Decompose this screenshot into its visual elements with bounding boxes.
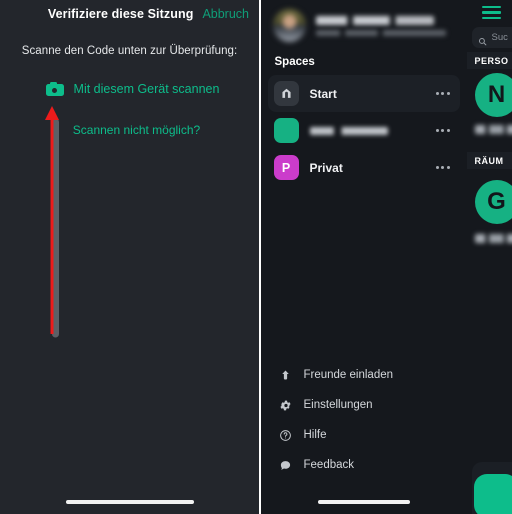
space-avatar-letter: P [273, 155, 299, 180]
compose-icon[interactable] [474, 474, 512, 514]
search-placeholder: Suc [491, 32, 508, 43]
gear-icon [279, 399, 292, 412]
space-avatar-image [273, 118, 299, 143]
user-display-name [315, 15, 434, 25]
room-list-panel: Suc PERSO N RÄUM G [466, 0, 512, 514]
search-input[interactable]: Suc [471, 27, 512, 48]
home-indicator [65, 500, 194, 504]
verification-header: Verifiziere diese Sitzung Abbruch [0, 0, 259, 28]
search-icon [478, 33, 487, 46]
hamburger-menu-icon[interactable] [481, 6, 501, 19]
page-title: Verifiziere diese Sitzung [47, 7, 194, 21]
list-item-room-name [474, 234, 512, 243]
drawer-bottom-menu: Freunde einladen Einstellungen Hilfe Fee… [261, 360, 467, 480]
user-profile-meta [315, 15, 455, 36]
scan-with-device-button[interactable]: Mit diesem Gerät scannen [0, 82, 259, 96]
menu-item-feedback[interactable]: Feedback [261, 450, 467, 480]
sidebar-item-label: Privat [309, 160, 343, 175]
sidebar-item-privat[interactable]: P Privat [268, 149, 460, 186]
spaces-drawer: Spaces Start P Privat Freunde einladen E… [260, 0, 467, 514]
section-header-people: PERSO [466, 52, 512, 69]
user-profile-row[interactable] [261, 0, 467, 42]
list-item-room-avatar[interactable]: G [474, 180, 512, 224]
spaces-section-label: Spaces [274, 56, 315, 68]
menu-item-label: Freunde einladen [303, 369, 394, 381]
avatar[interactable] [272, 9, 306, 42]
more-options-icon[interactable] [435, 166, 452, 169]
menu-item-settings[interactable]: Einstellungen [261, 390, 467, 420]
home-indicator [317, 500, 410, 504]
user-id [315, 29, 446, 36]
verification-instruction: Scanne den Code unten zur Überprüfung: [21, 45, 238, 57]
share-icon [279, 369, 292, 382]
menu-item-label: Feedback [303, 459, 355, 471]
menu-item-label: Hilfe [303, 429, 327, 441]
sidebar-item-space-2[interactable] [268, 112, 460, 149]
sidebar-item-label [309, 126, 388, 135]
camera-icon [45, 82, 64, 96]
menu-item-help[interactable]: Hilfe [261, 420, 467, 450]
home-icon [273, 81, 299, 106]
sidebar-item-start[interactable]: Start [267, 75, 460, 112]
list-item-person-name [474, 125, 512, 134]
verification-panel: Verifiziere diese Sitzung Abbruch Scanne… [0, 0, 259, 514]
more-options-icon[interactable] [435, 129, 452, 132]
speech-bubble-icon [279, 459, 292, 472]
annotation-arrow [45, 106, 59, 338]
more-options-icon[interactable] [435, 92, 452, 95]
menu-item-label: Einstellungen [303, 399, 373, 411]
cancel-button[interactable]: Abbruch [202, 7, 249, 21]
screenshot-root: Verifiziere diese Sitzung Abbruch Scanne… [0, 0, 512, 514]
question-circle-icon [279, 429, 292, 442]
scan-with-device-label: Mit diesem Gerät scannen [73, 82, 220, 96]
sidebar-item-label: Start [309, 86, 337, 101]
section-header-rooms: RÄUM [466, 152, 512, 169]
list-item-person-avatar[interactable]: N [474, 73, 512, 117]
menu-item-invite-friends[interactable]: Freunde einladen [261, 360, 467, 390]
